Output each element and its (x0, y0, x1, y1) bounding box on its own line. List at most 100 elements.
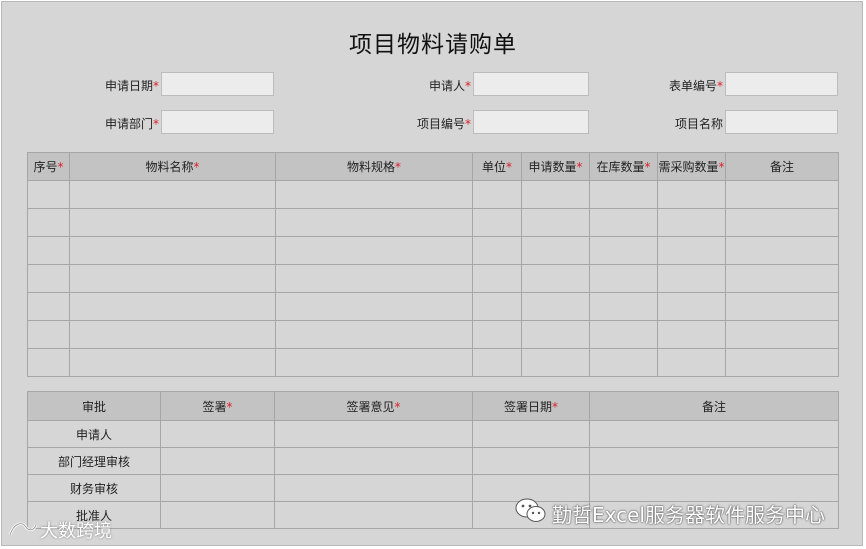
purchase-qty-cell[interactable] (657, 348, 726, 377)
approval-remarks-cell[interactable] (589, 447, 839, 475)
index-cell[interactable] (27, 180, 70, 209)
material-spec-cell[interactable] (275, 236, 473, 265)
stock-qty-cell[interactable] (589, 348, 658, 377)
material-spec-cell[interactable] (275, 180, 473, 209)
index-cell[interactable] (27, 236, 70, 265)
index-cell[interactable] (27, 264, 70, 293)
remarks-cell[interactable] (725, 292, 839, 321)
field-label-form-number: 表单编号* (668, 79, 723, 93)
material-name-cell[interactable] (69, 320, 276, 349)
sign-opinion-cell[interactable] (274, 420, 473, 448)
stock-qty-cell[interactable] (589, 236, 658, 265)
signature-cell[interactable] (160, 501, 275, 529)
header-sign-opinion: 签署意见* (274, 391, 473, 421)
material-name-cell[interactable] (69, 236, 276, 265)
applicant-input[interactable] (473, 72, 589, 96)
purchase-qty-cell[interactable] (657, 208, 726, 237)
form-number-input[interactable] (725, 72, 838, 96)
field-label-project-number: 项目编号* (416, 117, 471, 131)
header-remarks: 备注 (725, 152, 839, 181)
approval-step-label: 申请人 (27, 420, 161, 448)
stock-qty-cell[interactable] (589, 292, 658, 321)
table-row (27, 208, 839, 237)
material-name-cell[interactable] (69, 292, 276, 321)
approval-remarks-cell[interactable] (589, 474, 839, 502)
index-cell[interactable] (27, 208, 70, 237)
header-index: 序号* (27, 152, 70, 181)
material-spec-cell[interactable] (275, 264, 473, 293)
stock-qty-cell[interactable] (589, 180, 658, 209)
material-spec-cell[interactable] (275, 320, 473, 349)
table-row (27, 348, 839, 377)
sign-date-cell[interactable] (472, 420, 590, 448)
unit-cell[interactable] (472, 180, 522, 209)
material-name-cell[interactable] (69, 208, 276, 237)
project-name-input[interactable] (725, 110, 838, 134)
department-input[interactable] (161, 110, 274, 134)
stock-qty-cell[interactable] (589, 208, 658, 237)
apply-qty-cell[interactable] (521, 236, 590, 265)
unit-cell[interactable] (472, 208, 522, 237)
approval-remarks-cell[interactable] (589, 420, 839, 448)
watermark-text-left: 大数跨境 (40, 521, 112, 542)
apply-date-input[interactable] (161, 72, 274, 96)
signature-cell[interactable] (160, 420, 275, 448)
table-row (27, 320, 839, 349)
unit-cell[interactable] (472, 292, 522, 321)
remarks-cell[interactable] (725, 348, 839, 377)
remarks-cell[interactable] (725, 236, 839, 265)
sign-opinion-cell[interactable] (274, 447, 473, 475)
unit-cell[interactable] (472, 264, 522, 293)
sign-opinion-cell[interactable] (274, 474, 473, 502)
apply-qty-cell[interactable] (521, 348, 590, 377)
approval-step-label: 部门经理审核 (27, 447, 161, 475)
stock-qty-cell[interactable] (589, 320, 658, 349)
index-cell[interactable] (27, 348, 70, 377)
items-header-row: 序号* 物料名称* 物料规格* 单位* 申请数量* 在库数量* 需采购数量* 备… (27, 152, 839, 181)
remarks-cell[interactable] (725, 208, 839, 237)
remarks-cell[interactable] (725, 180, 839, 209)
approval-step-label: 财务审核 (27, 474, 161, 502)
purchase-qty-cell[interactable] (657, 180, 726, 209)
header-stock-qty: 在库数量* (589, 152, 658, 181)
unit-cell[interactable] (472, 320, 522, 349)
material-spec-cell[interactable] (275, 208, 473, 237)
header-material-spec: 物料规格* (275, 152, 473, 181)
approval-row-finance: 财务审核 (27, 474, 839, 502)
apply-qty-cell[interactable] (521, 264, 590, 293)
apply-qty-cell[interactable] (521, 320, 590, 349)
header-material-name: 物料名称* (69, 152, 276, 181)
stock-qty-cell[interactable] (589, 264, 658, 293)
header-signature: 签署* (160, 391, 275, 421)
purchase-qty-cell[interactable] (657, 236, 726, 265)
table-row (27, 292, 839, 321)
apply-qty-cell[interactable] (521, 180, 590, 209)
unit-cell[interactable] (472, 236, 522, 265)
material-spec-cell[interactable] (275, 292, 473, 321)
apply-qty-cell[interactable] (521, 208, 590, 237)
sign-opinion-cell[interactable] (274, 501, 473, 529)
project-number-input[interactable] (473, 110, 589, 134)
unit-cell[interactable] (472, 348, 522, 377)
index-cell[interactable] (27, 320, 70, 349)
purchase-qty-cell[interactable] (657, 320, 726, 349)
watermark-text-right: 勤哲Excel服务器软件服务中心 (552, 503, 825, 527)
index-cell[interactable] (27, 292, 70, 321)
signature-cell[interactable] (160, 474, 275, 502)
material-name-cell[interactable] (69, 180, 276, 209)
material-spec-cell[interactable] (275, 348, 473, 377)
signature-cell[interactable] (160, 447, 275, 475)
material-name-cell[interactable] (69, 348, 276, 377)
remarks-cell[interactable] (725, 320, 839, 349)
purchase-qty-cell[interactable] (657, 292, 726, 321)
purchase-qty-cell[interactable] (657, 264, 726, 293)
sign-date-cell[interactable] (472, 447, 590, 475)
apply-qty-cell[interactable] (521, 292, 590, 321)
items-table: 序号* 物料名称* 物料规格* 单位* 申请数量* 在库数量* 需采购数量* 备… (27, 152, 839, 377)
table-row (27, 236, 839, 265)
approval-row-dept-manager: 部门经理审核 (27, 447, 839, 475)
header-approval-remarks: 备注 (589, 391, 839, 421)
remarks-cell[interactable] (725, 264, 839, 293)
material-name-cell[interactable] (69, 264, 276, 293)
header-unit: 单位* (472, 152, 522, 181)
